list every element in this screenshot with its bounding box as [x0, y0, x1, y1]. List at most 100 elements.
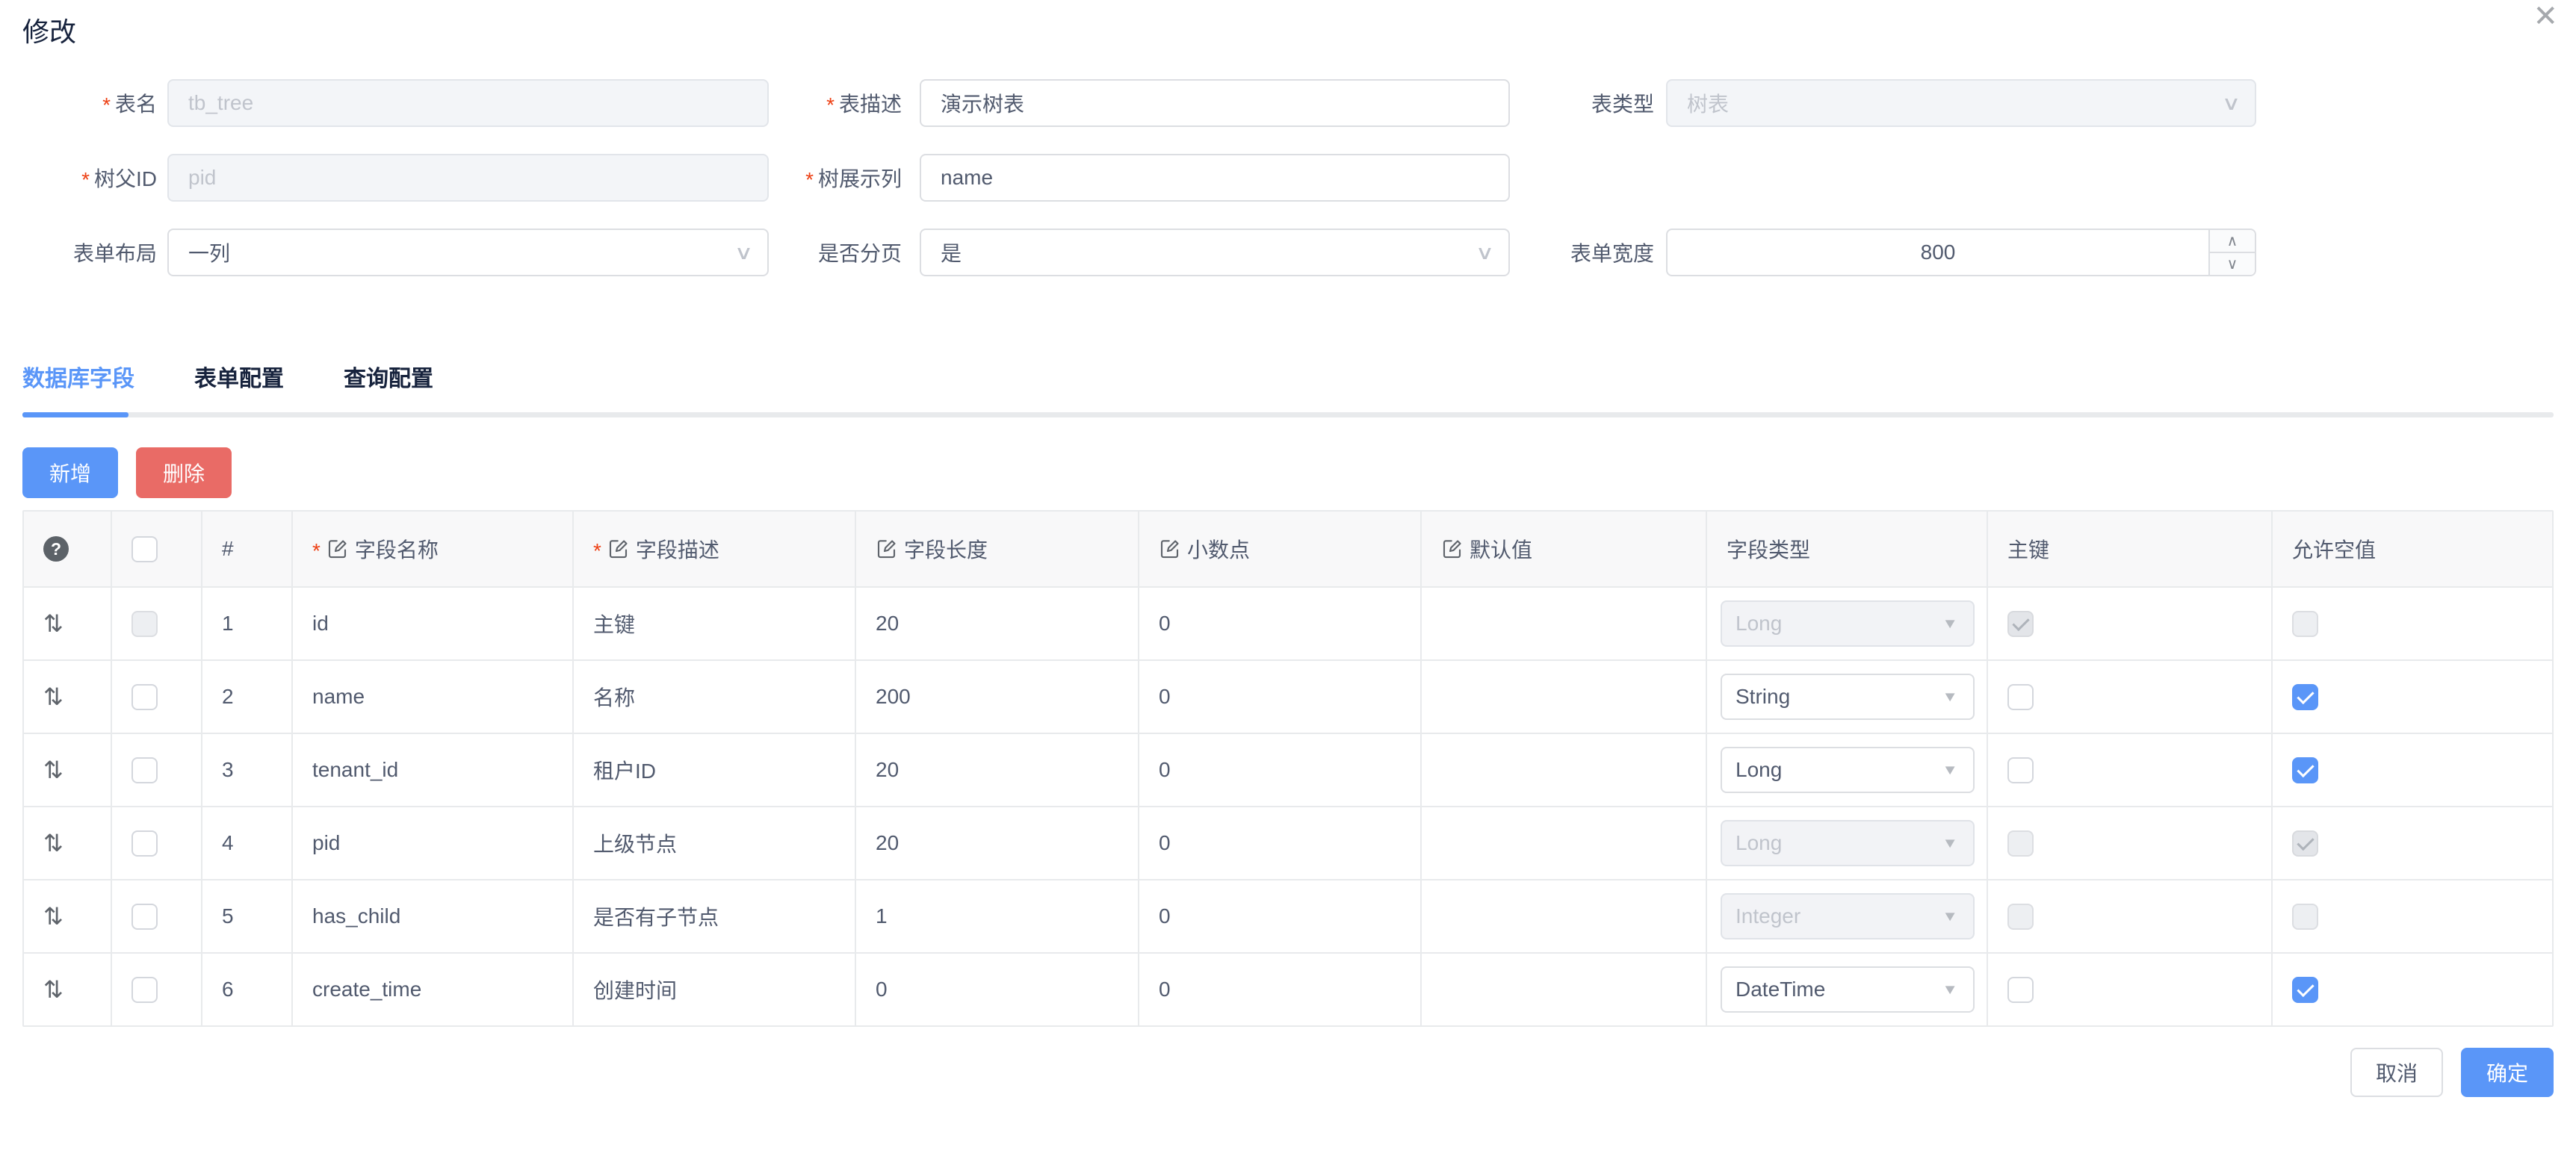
- primary-key-checkbox: [2007, 904, 2034, 930]
- primary-key-checkbox[interactable]: [2007, 684, 2034, 710]
- primary-key-checkbox: [2007, 830, 2034, 857]
- row-checkbox[interactable]: [131, 904, 158, 930]
- field-name-cell[interactable]: tenant_id: [312, 758, 398, 782]
- tab-database-fields[interactable]: 数据库字段: [22, 360, 134, 412]
- type-select: Integer ▼: [1721, 893, 1975, 939]
- dialog-footer: 取消 确定: [22, 1048, 2554, 1097]
- add-button[interactable]: 新增: [22, 447, 118, 498]
- type-select: Long ▼: [1721, 820, 1975, 866]
- row-index: 1: [222, 612, 234, 636]
- nullable-checkbox[interactable]: [2292, 684, 2318, 710]
- delete-button[interactable]: 删除: [136, 447, 232, 498]
- table-row: ⇅ 2 name 名称 200 0 String ▼: [24, 661, 2552, 734]
- decimals-cell[interactable]: 0: [1159, 685, 1171, 709]
- type-value: DateTime: [1736, 978, 1825, 1001]
- row-checkbox[interactable]: [131, 830, 158, 857]
- decimals-cell[interactable]: 0: [1159, 978, 1171, 1001]
- field-name-cell[interactable]: has_child: [312, 904, 400, 928]
- field-name-cell[interactable]: create_time: [312, 978, 421, 1001]
- length-cell[interactable]: 1: [876, 904, 888, 928]
- decimals-cell[interactable]: 0: [1159, 831, 1171, 855]
- table-desc-value: 演示树表: [941, 88, 1024, 118]
- sort-handle-icon[interactable]: ⇅: [43, 829, 64, 857]
- nullable-checkbox: [2292, 830, 2318, 857]
- decimals-cell[interactable]: 0: [1159, 758, 1171, 782]
- select-all-checkbox[interactable]: [131, 536, 158, 562]
- row-index: 5: [222, 904, 234, 928]
- cancel-button[interactable]: 取消: [2350, 1048, 2443, 1097]
- field-desc-cell[interactable]: 上级节点: [593, 828, 677, 858]
- chevron-down-icon: ∨: [2222, 92, 2241, 115]
- header-field-desc: * 字段描述: [574, 512, 856, 586]
- table-row: ⇅ 1 id 主键 20 0 Long ▼: [24, 588, 2552, 661]
- field-desc-cell[interactable]: 主键: [593, 609, 635, 639]
- tab-form-config[interactable]: 表单配置: [194, 360, 284, 412]
- field-desc-cell[interactable]: 租户ID: [593, 755, 656, 785]
- header-type: 字段类型: [1707, 512, 1988, 586]
- field-desc-cell[interactable]: 是否有子节点: [593, 901, 719, 931]
- form-layout-label: 表单布局: [22, 237, 157, 267]
- sort-handle-icon[interactable]: ⇅: [43, 975, 64, 1004]
- form-row-3: 表单布局 一列 ∨ 是否分页 是 ∨ 表单宽度 800 ∧ ∨: [22, 229, 2554, 276]
- type-select[interactable]: String ▼: [1721, 674, 1975, 720]
- form-width-value: 800: [1668, 240, 2255, 264]
- row-checkbox[interactable]: [131, 977, 158, 1003]
- tree-display-input[interactable]: name: [920, 154, 1510, 202]
- form-width-label: 表单宽度: [1510, 237, 1654, 267]
- length-cell[interactable]: 0: [876, 978, 888, 1001]
- stepper-down-icon[interactable]: ∨: [2210, 253, 2255, 275]
- table-desc-label: 表描述: [769, 88, 902, 118]
- pagination-select[interactable]: 是 ∨: [920, 229, 1510, 276]
- page-title: 修改: [22, 0, 2554, 49]
- decimals-cell[interactable]: 0: [1159, 904, 1171, 928]
- table-name-value: tb_tree: [188, 91, 253, 115]
- help-icon[interactable]: ?: [43, 536, 69, 562]
- type-select[interactable]: DateTime ▼: [1721, 966, 1975, 1013]
- length-cell[interactable]: 20: [876, 758, 899, 782]
- form-layout-value: 一列: [188, 237, 230, 267]
- primary-key-checkbox[interactable]: [2007, 977, 2034, 1003]
- table-type-value: 树表: [1687, 88, 1729, 118]
- length-cell[interactable]: 20: [876, 831, 899, 855]
- header-primary-key-label: 主键: [2007, 534, 2049, 564]
- chevron-down-icon: ∨: [1476, 241, 1495, 264]
- tree-parent-input: pid: [167, 154, 769, 202]
- row-checkbox[interactable]: [131, 684, 158, 710]
- row-checkbox[interactable]: [131, 757, 158, 783]
- sort-handle-icon[interactable]: ⇅: [43, 756, 64, 784]
- caret-down-icon: ▼: [1942, 762, 1958, 778]
- confirm-button[interactable]: 确定: [2461, 1048, 2554, 1097]
- field-desc-cell[interactable]: 创建时间: [593, 975, 677, 1004]
- stepper-buttons: ∧ ∨: [2208, 230, 2255, 275]
- tab-query-config[interactable]: 查询配置: [344, 360, 433, 412]
- header-length: 字段长度: [856, 512, 1139, 586]
- close-icon[interactable]: ✕: [2533, 1, 2558, 31]
- field-name-cell[interactable]: pid: [312, 831, 340, 855]
- field-name-cell[interactable]: name: [312, 685, 365, 709]
- header-index-label: #: [222, 537, 234, 561]
- row-index: 4: [222, 831, 234, 855]
- sort-handle-icon[interactable]: ⇅: [43, 683, 64, 711]
- sort-handle-icon[interactable]: ⇅: [43, 902, 64, 931]
- nullable-checkbox[interactable]: [2292, 757, 2318, 783]
- length-cell[interactable]: 20: [876, 612, 899, 636]
- table-desc-input[interactable]: 演示树表: [920, 79, 1510, 127]
- nullable-checkbox[interactable]: [2292, 977, 2318, 1003]
- primary-key-checkbox[interactable]: [2007, 757, 2034, 783]
- required-asterisk: *: [312, 539, 321, 563]
- form-width-stepper[interactable]: 800 ∧ ∨: [1666, 229, 2256, 276]
- edit-icon: [1441, 538, 1464, 560]
- header-default: 默认值: [1422, 512, 1707, 586]
- field-name-cell[interactable]: id: [312, 612, 329, 636]
- stepper-up-icon[interactable]: ∧: [2210, 230, 2255, 253]
- table-name-input: tb_tree: [167, 79, 769, 127]
- decimals-cell[interactable]: 0: [1159, 612, 1171, 636]
- type-select[interactable]: Long ▼: [1721, 747, 1975, 793]
- field-desc-cell[interactable]: 名称: [593, 682, 635, 712]
- form-layout-select[interactable]: 一列 ∨: [167, 229, 769, 276]
- tree-display-value: name: [941, 166, 993, 190]
- table-toolbar: 新增 删除: [22, 447, 2554, 498]
- length-cell[interactable]: 200: [876, 685, 911, 709]
- sort-handle-icon[interactable]: ⇅: [43, 609, 64, 638]
- header-nullable-label: 允许空值: [2292, 534, 2376, 564]
